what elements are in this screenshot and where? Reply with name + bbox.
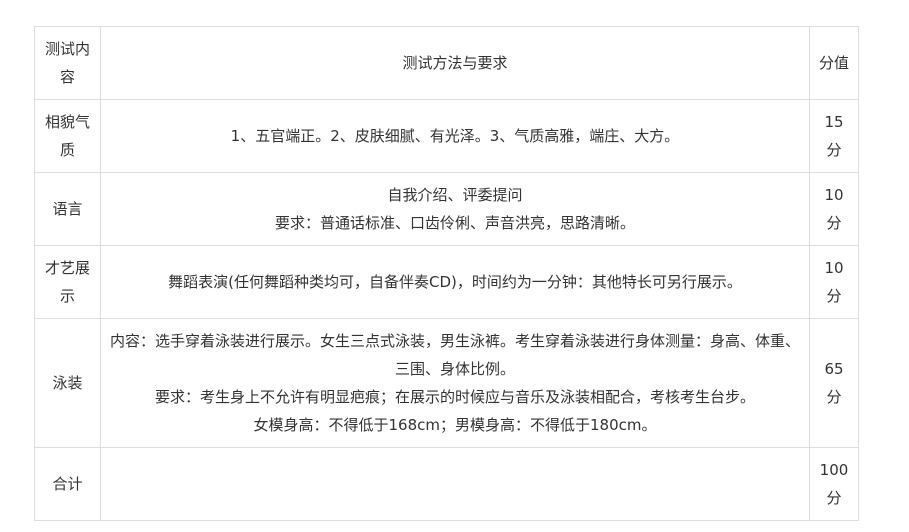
requirement-line: 1、五官端正。2、皮肤细腻、有光泽。3、气质高雅，端庄、大方。	[230, 127, 680, 145]
page: 测试内容 测试方法与要求 分值 相貌气质 1、五官端正。2、皮肤细腻、有光泽。3…	[0, 0, 909, 532]
row-category: 才艺展示	[34, 245, 101, 319]
requirement-line: 要求：考生身上不允许有明显疤痕；在展示的时候应与音乐及泳装相配合，考核考生台步。	[154, 388, 755, 406]
row-score: 10分	[809, 245, 859, 319]
row-requirements: 舞蹈表演(任何舞蹈种类均可，自备伴奏CD)，时间约为一分钟：其他特长可另行展示。	[100, 245, 810, 319]
row-requirements	[100, 447, 810, 521]
requirement-line: 女模身高：不得低于168cm；男模身高：不得低于180cm。	[253, 416, 657, 434]
row-category: 泳装	[34, 318, 101, 448]
row-category: 相貌气质	[34, 99, 101, 173]
table-row: 相貌气质 1、五官端正。2、皮肤细腻、有光泽。3、气质高雅，端庄、大方。 15分	[34, 99, 859, 173]
requirement-line: 要求：普通话标准、口齿伶俐、声音洪亮，思路清晰。	[274, 214, 635, 232]
row-score: 100分	[809, 447, 859, 521]
requirement-line: 内容：选手穿着泳装进行展示。女生三点式泳装，男生泳裤。考生穿着泳装进行身体测量：…	[109, 332, 800, 378]
row-category: 语言	[34, 172, 101, 246]
requirement-line: 自我介绍、评委提问	[387, 186, 523, 204]
header-score: 分值	[809, 26, 859, 100]
table-row: 才艺展示 舞蹈表演(任何舞蹈种类均可，自备伴奏CD)，时间约为一分钟：其他特长可…	[34, 245, 859, 319]
table-row: 语言 自我介绍、评委提问 要求：普通话标准、口齿伶俐、声音洪亮，思路清晰。 10…	[34, 172, 859, 246]
scoring-table: 测试内容 测试方法与要求 分值 相貌气质 1、五官端正。2、皮肤细腻、有光泽。3…	[34, 26, 859, 521]
row-requirements: 内容：选手穿着泳装进行展示。女生三点式泳装，男生泳裤。考生穿着泳装进行身体测量：…	[100, 318, 810, 448]
table-row-total: 合计 100分	[34, 447, 859, 521]
table-header-row: 测试内容 测试方法与要求 分值	[34, 26, 859, 100]
header-content: 测试内容	[34, 26, 101, 100]
row-score: 10分	[809, 172, 859, 246]
row-score: 65分	[809, 318, 859, 448]
row-requirements: 1、五官端正。2、皮肤细腻、有光泽。3、气质高雅，端庄、大方。	[100, 99, 810, 173]
requirement-line: 舞蹈表演(任何舞蹈种类均可，自备伴奏CD)，时间约为一分钟：其他特长可另行展示。	[168, 273, 742, 291]
table-row: 泳装 内容：选手穿着泳装进行展示。女生三点式泳装，男生泳裤。考生穿着泳装进行身体…	[34, 318, 859, 448]
header-method: 测试方法与要求	[100, 26, 810, 100]
row-requirements: 自我介绍、评委提问 要求：普通话标准、口齿伶俐、声音洪亮，思路清晰。	[100, 172, 810, 246]
row-score: 15分	[809, 99, 859, 173]
row-category: 合计	[34, 447, 101, 521]
